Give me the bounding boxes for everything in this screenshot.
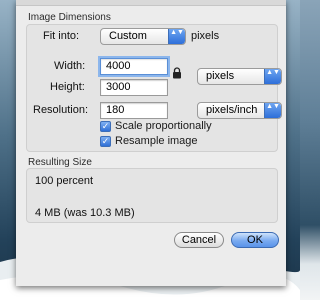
height-label: Height: (50, 81, 85, 93)
resolution-label: Resolution: (33, 104, 89, 116)
fit-into-unit-label: pixels (191, 30, 220, 42)
resample-image-row[interactable]: ✓ Resample image (100, 135, 198, 148)
resulting-percent: 100 percent (35, 175, 94, 187)
popup-arrows-icon: ▲▼ (264, 69, 281, 84)
popup-arrows-icon: ▲▼ (264, 103, 281, 118)
fit-into-label: Fit into: (43, 30, 80, 42)
image-size-sheet: Image Dimensions Fit into: Custom ▲▼ pix… (16, 0, 286, 286)
resolution-unit-value: pixels/inch (206, 104, 258, 116)
size-unit-popup[interactable]: pixels ▲▼ (197, 68, 282, 85)
resample-image-label: Resample image (115, 135, 198, 148)
size-unit-value: pixels (206, 70, 235, 82)
resample-image-checkbox[interactable]: ✓ (100, 135, 111, 147)
width-label: Width: (54, 60, 86, 72)
sheet-top-edge (16, 0, 286, 6)
fit-into-value: Custom (109, 30, 147, 42)
lock-icon[interactable] (172, 67, 182, 79)
image-dimensions-group: Fit into: Custom ▲▼ pixels Width: 4000 H… (26, 24, 282, 152)
height-field[interactable]: 3000 (100, 79, 168, 96)
scale-proportionally-row[interactable]: ✓ Scale proportionally (100, 120, 212, 133)
resolution-field[interactable]: 180 (100, 102, 168, 119)
cancel-button[interactable]: Cancel (174, 232, 224, 248)
resulting-size-group: 100 percent 4 MB (was 10.3 MB) (26, 168, 278, 223)
resulting-file-size: 4 MB (was 10.3 MB) (35, 207, 135, 219)
ok-button[interactable]: OK (231, 232, 279, 248)
image-dimensions-title: Image Dimensions (28, 12, 111, 23)
popup-arrows-icon: ▲▼ (168, 29, 185, 44)
fit-into-popup[interactable]: Custom ▲▼ (100, 28, 186, 45)
resulting-size-title: Resulting Size (28, 157, 92, 168)
width-field[interactable]: 4000 (100, 58, 168, 75)
scale-proportionally-checkbox[interactable]: ✓ (100, 120, 111, 132)
scale-proportionally-label: Scale proportionally (115, 120, 212, 133)
resolution-unit-popup[interactable]: pixels/inch ▲▼ (197, 102, 282, 119)
